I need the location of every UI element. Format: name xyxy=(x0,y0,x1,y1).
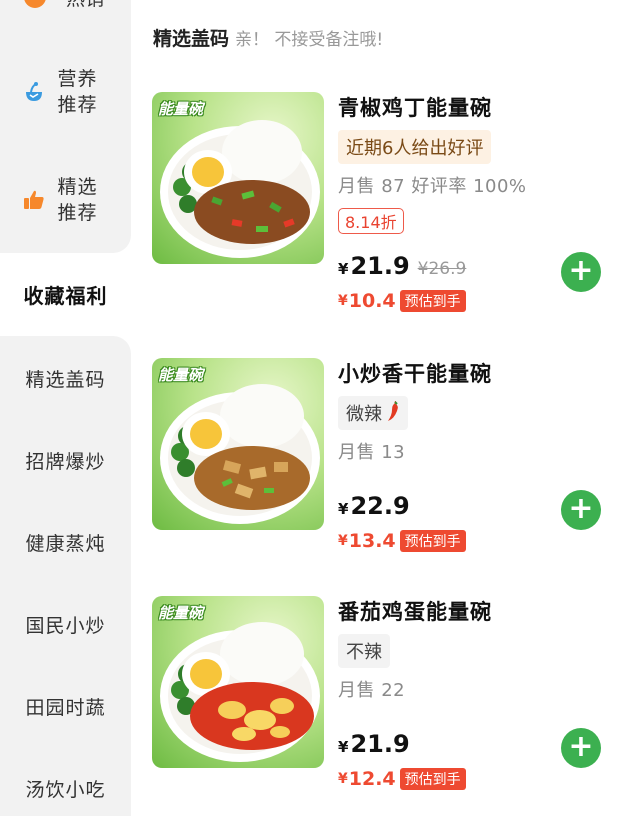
chili-icon xyxy=(386,401,400,425)
add-to-cart-button[interactable]: + xyxy=(561,252,601,292)
sidebar-item-label: 热销 xyxy=(66,0,104,11)
sidebar-item-signature-stirfry[interactable]: 招牌爆炒 xyxy=(0,438,131,482)
original-price: ¥26.9 xyxy=(417,259,467,279)
estimated-label: 预估到手 xyxy=(399,530,466,552)
currency-symbol: ¥ xyxy=(338,260,349,278)
estimated-price-row: ¥ 13.4 预估到手 xyxy=(338,530,466,552)
section-header: 精选盖码 亲！ 不接受备注哦! xyxy=(153,24,383,51)
product-image[interactable]: 能量碗 xyxy=(152,92,324,264)
section-subtitle: 亲！ 不接受备注哦! xyxy=(235,30,384,50)
price-row: ¥ 21.9 ¥26.9 xyxy=(338,252,466,280)
brand-logo: 能量碗 xyxy=(158,366,204,384)
thumbs-up-icon xyxy=(22,188,46,212)
sidebar-item-hot[interactable]: 热销 xyxy=(0,0,131,12)
currency-symbol: ¥ xyxy=(338,738,349,756)
sidebar-item-label: 营养 xyxy=(57,68,98,90)
estimated-price: 12.4 xyxy=(348,768,396,790)
plus-icon: + xyxy=(568,491,594,526)
sidebar-item-selected-recommend[interactable]: 精选 推荐 xyxy=(0,170,131,230)
sidebar-item-label: 健康蒸炖 xyxy=(25,532,106,555)
sidebar-item-label: 精选盖码 xyxy=(25,368,106,391)
review-tag-text: 近期6人给出好评 xyxy=(346,138,484,159)
review-tag: 近期6人给出好评 xyxy=(338,130,492,164)
sidebar-item-nutrition[interactable]: 营养 推荐 xyxy=(0,62,131,122)
sidebar-item-selected-rice[interactable]: 精选盖码 xyxy=(0,356,131,400)
brand-logo: 能量碗 xyxy=(158,604,204,622)
add-to-cart-button[interactable]: + xyxy=(561,728,601,768)
price: 22.9 xyxy=(350,492,410,520)
sidebar-item-label: 汤饮小吃 xyxy=(25,778,106,801)
nutrition-icon xyxy=(22,80,46,104)
product-image[interactable]: 能量碗 xyxy=(152,358,324,530)
spice-tag-text: 微辣 xyxy=(346,404,382,425)
estimated-price-row: ¥ 12.4 预估到手 xyxy=(338,768,466,790)
sidebar-item-label: 推荐 xyxy=(57,94,98,116)
sidebar-item-label: 推荐 xyxy=(57,202,98,224)
sales-info: 月售 22 xyxy=(338,680,406,701)
add-to-cart-button[interactable]: + xyxy=(561,490,601,530)
currency-symbol: ¥ xyxy=(338,533,348,549)
estimated-price: 10.4 xyxy=(348,290,396,312)
product-card[interactable]: 能量碗 番茄鸡蛋能量碗 不辣 月售 22 ¥ 21.9 ¥ 12.4 预估到手 … xyxy=(152,596,622,816)
sidebar-item-soups-snacks[interactable]: 汤饮小吃 xyxy=(0,766,131,810)
brand-logo: 能量碗 xyxy=(158,100,204,118)
product-card[interactable]: 能量碗 小炒香干能量碗 微辣 月售 13 ¥ 22.9 ¥ 13.4 预估到手 … xyxy=(152,358,622,588)
spice-tag-text: 不辣 xyxy=(346,642,382,663)
price-row: ¥ 21.9 xyxy=(338,730,410,758)
section-title: 精选盖码 xyxy=(153,28,230,50)
category-sidebar: 热销 营养 推荐 xyxy=(0,0,131,816)
plus-icon: + xyxy=(568,729,594,764)
estimated-label: 预估到手 xyxy=(399,290,466,312)
sidebar-item-favorites[interactable]: 收藏福利 xyxy=(0,272,131,316)
sidebar-item-vegetables[interactable]: 田园时蔬 xyxy=(0,684,131,728)
product-list: 精选盖码 亲！ 不接受备注哦! 能量碗 青椒鸡丁能量碗 近期6人给出好评 月售 … xyxy=(131,0,640,816)
hot-icon xyxy=(24,0,46,8)
product-name[interactable]: 小炒香干能量碗 xyxy=(338,358,492,388)
sidebar-item-label: 招牌爆炒 xyxy=(25,450,106,473)
discount-badge: 8.14折 xyxy=(338,208,404,234)
sidebar-bottom-block: 精选盖码 招牌爆炒 健康蒸炖 国民小炒 田园时蔬 汤饮小吃 xyxy=(0,336,131,816)
price: 21.9 xyxy=(350,252,410,280)
discount-text: 8.14折 xyxy=(345,213,397,232)
sidebar-item-label: 精选 xyxy=(57,176,98,198)
currency-symbol: ¥ xyxy=(338,293,348,309)
sidebar-item-label: 田园时蔬 xyxy=(25,696,106,719)
sidebar-item-healthy-stew[interactable]: 健康蒸炖 xyxy=(0,520,131,564)
product-name[interactable]: 青椒鸡丁能量碗 xyxy=(338,92,492,122)
sidebar-item-national-stirfry[interactable]: 国民小炒 xyxy=(0,602,131,646)
estimated-label: 预估到手 xyxy=(399,768,466,790)
sidebar-top-block: 热销 营养 推荐 xyxy=(0,0,131,253)
sidebar-item-label: 国民小炒 xyxy=(25,614,106,637)
product-card[interactable]: 能量碗 青椒鸡丁能量碗 近期6人给出好评 月售 87 好评率 100% 8.14… xyxy=(152,92,622,322)
sales-info: 月售 13 xyxy=(338,442,406,463)
sidebar-item-label: 收藏福利 xyxy=(23,283,108,308)
currency-symbol: ¥ xyxy=(338,500,349,518)
spice-tag: 不辣 xyxy=(338,634,390,668)
product-name[interactable]: 番茄鸡蛋能量碗 xyxy=(338,596,492,626)
price-row: ¥ 22.9 xyxy=(338,492,410,520)
sales-info: 月售 87 好评率 100% xyxy=(338,176,527,197)
estimated-price-row: ¥ 10.4 预估到手 xyxy=(338,290,466,312)
currency-symbol: ¥ xyxy=(338,771,348,787)
estimated-price: 13.4 xyxy=(348,530,396,552)
plus-icon: + xyxy=(568,253,594,288)
price: 21.9 xyxy=(350,730,410,758)
product-image[interactable]: 能量碗 xyxy=(152,596,324,768)
spice-tag: 微辣 xyxy=(338,396,408,430)
